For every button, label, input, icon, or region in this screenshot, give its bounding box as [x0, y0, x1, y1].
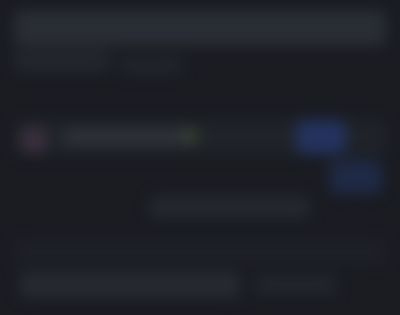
content-line-block [150, 196, 310, 218]
status-badge [182, 128, 198, 144]
blurred-ui-surface [0, 0, 400, 315]
footer-control-block[interactable] [256, 276, 336, 294]
primary-action-button[interactable] [296, 120, 346, 154]
list-item-label-block [64, 128, 184, 146]
avatar [20, 126, 48, 154]
tab-strip [120, 58, 182, 74]
header-subtitle-block [14, 50, 110, 72]
secondary-action-button[interactable] [330, 160, 382, 194]
content-row [14, 240, 386, 264]
header-bar [14, 10, 386, 46]
footer-input-block[interactable] [20, 272, 240, 298]
